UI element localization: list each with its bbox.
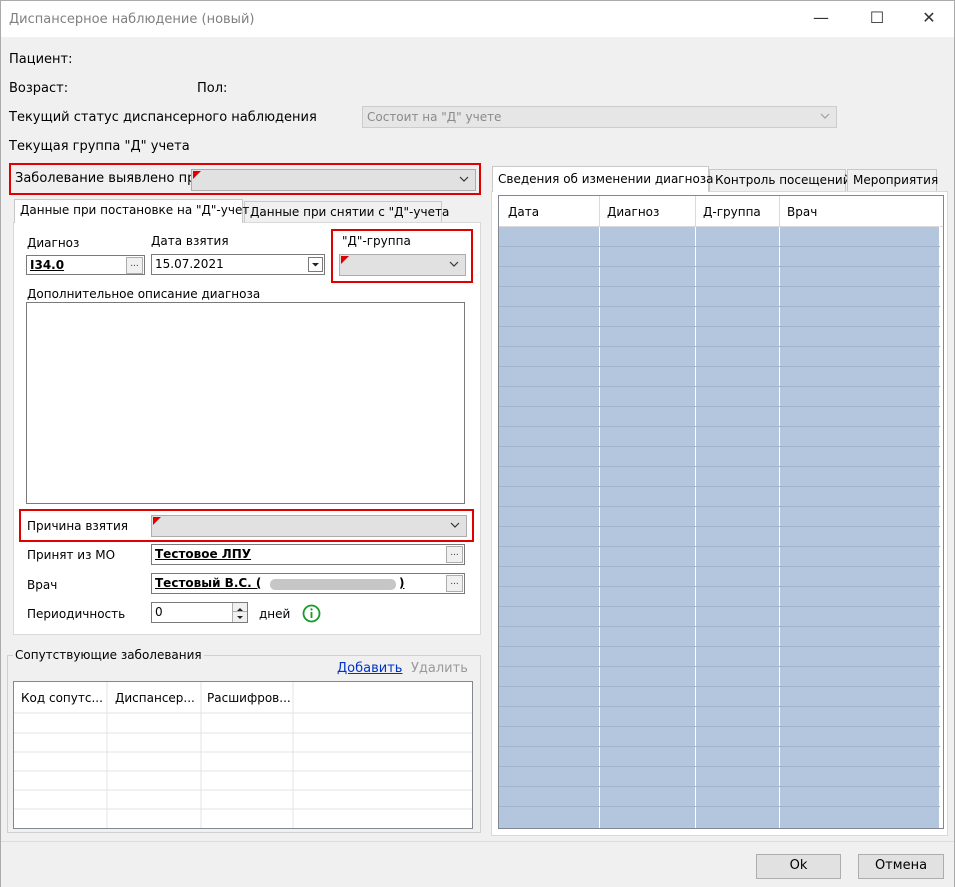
ok-button[interactable]: Ok <box>756 854 841 879</box>
chevron-down-icon <box>458 173 470 185</box>
required-marker-icon <box>193 171 201 179</box>
doctor-browse-button[interactable]: ... <box>446 575 463 592</box>
reason-label: Причина взятия <box>27 519 129 533</box>
detected-label: Заболевание выявлено при <box>15 171 204 186</box>
tab-deregistration-label: Данные при снятии с "Д"-учета <box>250 205 450 219</box>
doctor-value-suffix: ) <box>399 576 405 590</box>
tab-visit-control-label: Контроль посещений <box>715 173 851 187</box>
period-stepper[interactable]: 0 <box>151 602 248 623</box>
doctor-value-prefix: Тестовый В.С. ( <box>155 576 262 590</box>
reason-combo[interactable] <box>151 515 467 537</box>
from-mo-value: Тестовое ЛПУ <box>155 547 252 561</box>
detected-highlight: Заболевание выявлено при <box>9 163 481 195</box>
age-label: Возраст: <box>9 81 69 96</box>
add-comorbid-link[interactable]: Добавить <box>337 661 402 676</box>
chevron-down-icon <box>819 110 831 122</box>
status-combo-value: Состоит на "Д" учете <box>367 110 502 124</box>
title-bar: Диспансерное наблюдение (новый) — ☐ ✕ <box>1 1 954 37</box>
delete-comorbid-link[interactable]: Удалить <box>411 661 468 676</box>
description-label: Дополнительное описание диагноза <box>27 287 261 301</box>
tab-visit-control[interactable]: Контроль посещений <box>709 169 851 191</box>
status-label: Текущий статус диспансерного наблюдения <box>9 110 317 125</box>
required-marker-icon <box>153 517 161 525</box>
comorbid-grid-lines <box>14 682 472 828</box>
from-mo-label: Принят из МО <box>27 548 116 562</box>
date-label: Дата взятия <box>151 234 229 248</box>
calendar-dropdown-button[interactable] <box>308 257 323 272</box>
info-icon[interactable] <box>302 604 321 623</box>
group-label: Текущая группа "Д" учета <box>9 139 190 154</box>
cancel-button[interactable]: Отмена <box>858 854 944 879</box>
from-mo-field[interactable]: Тестовое ЛПУ ... <box>151 544 465 565</box>
close-button[interactable]: ✕ <box>906 1 952 37</box>
stepper-up-button[interactable] <box>232 603 247 612</box>
from-mo-browse-button[interactable]: ... <box>446 546 463 563</box>
reason-highlight: Причина взятия <box>19 509 474 542</box>
window-title: Диспансерное наблюдение (новый) <box>9 12 255 27</box>
chevron-down-icon <box>448 258 460 270</box>
dgroup-combo[interactable] <box>339 254 466 276</box>
dgroup-label: "Д"-группа <box>342 234 411 248</box>
patient-label: Пациент: <box>9 52 73 67</box>
diagnosis-browse-button[interactable]: ... <box>126 257 143 274</box>
history-grid-body <box>499 196 943 828</box>
comorbid-title: Сопутствующие заболевания <box>13 648 204 662</box>
diagnosis-field[interactable]: I34.0 ... <box>26 255 145 275</box>
tab-activities-label: Мероприятия <box>853 173 939 187</box>
sex-label: Пол: <box>197 81 228 96</box>
comorbid-grid[interactable]: Код сопутс... Диспансер... Расшифров... <box>13 681 473 829</box>
period-value: 0 <box>155 605 163 619</box>
date-value: 15.07.2021 <box>155 257 224 271</box>
chevron-down-icon <box>449 519 461 531</box>
description-textarea[interactable] <box>26 302 465 504</box>
maximize-button[interactable]: ☐ <box>854 1 900 37</box>
tab-registration-label: Данные при постановке на "Д"-учет <box>20 203 250 217</box>
redacted-block <box>270 579 396 590</box>
date-field[interactable]: 15.07.2021 <box>151 254 325 275</box>
doctor-field[interactable]: Тестовый В.С. ( ) ... <box>151 573 465 594</box>
tab-activities[interactable]: Мероприятия <box>847 169 939 191</box>
period-label: Периодичность <box>27 607 126 621</box>
minimize-button[interactable]: — <box>798 1 844 37</box>
diagnosis-history-grid[interactable]: Дата Диагноз Д-группа Врач <box>498 195 944 829</box>
detected-combo[interactable] <box>191 169 476 191</box>
diagnosis-value: I34.0 <box>30 258 65 272</box>
dgroup-highlight: "Д"-группа <box>331 229 473 283</box>
tab-diagnosis-changes[interactable]: Сведения об изменении диагноза <box>492 166 714 192</box>
dialog-window: Диспансерное наблюдение (новый) — ☐ ✕ Па… <box>0 0 955 887</box>
tab-registration-data[interactable]: Данные при постановке на "Д"-учет <box>14 199 249 223</box>
tab-diagnosis-changes-label: Сведения об изменении диагноза <box>498 172 714 186</box>
tab-deregistration-data[interactable]: Данные при снятии с "Д"-учета <box>244 201 449 223</box>
status-combo[interactable]: Состоит на "Д" учете <box>362 106 837 128</box>
required-marker-icon <box>341 256 349 264</box>
stepper-down-button[interactable] <box>232 612 247 622</box>
period-unit: дней <box>259 607 291 621</box>
doctor-label: Врач <box>27 578 58 592</box>
diagnosis-label: Диагноз <box>27 236 80 250</box>
